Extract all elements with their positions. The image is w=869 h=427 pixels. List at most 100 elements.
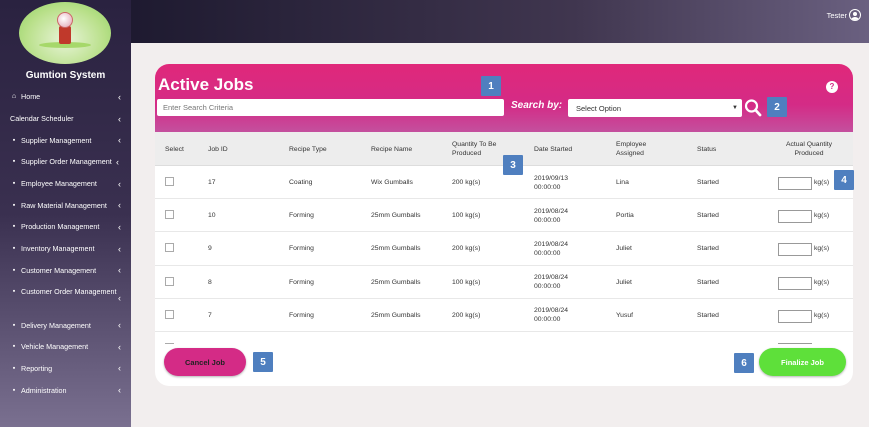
time-value: 00:00:00 (534, 316, 561, 324)
row-select-checkbox[interactable] (165, 210, 174, 220)
header-recipe-name: Recipe Name (371, 145, 413, 153)
date-value: 2019/08/24 (534, 207, 569, 215)
cell-status: Started (697, 278, 719, 286)
actual-quantity-input[interactable] (778, 243, 812, 257)
marker-4: 4 (834, 170, 854, 190)
chevron-left-icon: ‹ (118, 341, 121, 352)
card-header: Active Jobs Search by: Select Option ▼ ? (155, 64, 853, 132)
sidebar-item-reporting[interactable]: ▪ Reporting ‹ (0, 358, 131, 380)
row-select-checkbox[interactable] (165, 343, 174, 344)
help-icon[interactable]: ? (826, 81, 838, 93)
chevron-left-icon: ‹ (118, 385, 121, 396)
unit-label: kg(s) (814, 245, 830, 253)
cell-date-started: 2019/08/24 00:00:00 (534, 232, 568, 265)
actual-quantity-input[interactable] (778, 309, 812, 323)
chevron-left-icon: ‹ (118, 113, 121, 124)
cell-quantity: 200 kg(s) (452, 245, 481, 253)
id-card-icon: ▪ (12, 180, 16, 188)
sidebar-item-employee-management[interactable]: ▪ Employee Management ‹ (0, 173, 131, 195)
cell-date-started: 2019/08/18 (534, 332, 568, 344)
cell-recipe-name: 25mm Gumballs (371, 245, 421, 253)
logo-gumball-globe (57, 12, 73, 28)
list-icon: ▪ (12, 245, 16, 253)
cell-employee: Portia (616, 212, 634, 220)
sidebar-item-calendar-scheduler[interactable]: Calendar Scheduler ‹ (0, 108, 131, 130)
finalize-job-button[interactable]: Finalize Job (759, 348, 846, 376)
cell-status: Started (697, 245, 719, 253)
time-value: 00:00:00 (534, 216, 561, 224)
sidebar-item-production-management[interactable]: ▪ Production Management ‹ (0, 216, 131, 238)
chevron-left-icon: ‹ (118, 363, 121, 374)
date-value: 2019/09/13 (534, 174, 569, 182)
chevron-left-icon: ‹ (118, 91, 121, 102)
cell-employee: Juliet (616, 278, 632, 286)
table-row: 2019/08/18 (155, 332, 853, 344)
search-icon (744, 99, 762, 117)
cell-recipe-name: 25mm Gumballs (371, 311, 421, 319)
row-select-checkbox[interactable] (165, 276, 174, 286)
sidebar-item-delivery-management[interactable]: ▪ Delivery Management ‹ (0, 314, 131, 336)
sidebar-item-label: Customer Management (21, 265, 97, 275)
username: Tester (826, 10, 847, 20)
header-select: Select (165, 145, 184, 153)
sidebar-item-administration[interactable]: ▪ Administration ‹ (0, 379, 131, 401)
logo-machine-base (59, 26, 71, 44)
search-option-select[interactable]: Select Option ▼ (568, 99, 742, 117)
actual-quantity-input[interactable] (778, 276, 812, 290)
header-date-started: Date Started (534, 145, 573, 153)
cell-job-id: 7 (208, 311, 212, 319)
row-select-checkbox[interactable] (165, 309, 174, 319)
time-value: 00:00:00 (534, 249, 561, 257)
sidebar-item-label: Supplier Management (21, 135, 92, 145)
row-select-checkbox[interactable] (165, 177, 174, 186)
user-menu[interactable]: Tester (827, 9, 861, 21)
row-select-checkbox[interactable] (165, 243, 174, 253)
cell-employee: Lina (616, 179, 629, 186)
table-row: 9 Forming 25mm Gumballs 200 kg(s) 2019/08/24… (155, 232, 853, 266)
sidebar: Gumtion System ⌂ Home ‹ Calendar Scheduler ‹… (0, 0, 131, 427)
page-title: Active Jobs (158, 75, 254, 94)
time-value: 00:00:00 (534, 183, 561, 191)
actual-quantity-input[interactable] (778, 343, 812, 344)
sidebar-item-label: Reporting (21, 363, 53, 373)
cell-recipe-type: Forming (289, 212, 314, 220)
sidebar-item-customer-order-management[interactable]: ▪ Customer Order Management ‹ (0, 281, 131, 314)
chevron-left-icon: ‹ (118, 320, 121, 331)
laptop-icon: ▪ (12, 386, 16, 394)
cell-recipe-name: 25mm Gumballs (371, 278, 421, 286)
sidebar-item-label: Calendar Scheduler (10, 114, 74, 124)
search-input[interactable] (157, 99, 504, 116)
actual-quantity-input[interactable] (778, 210, 812, 224)
sidebar-item-label: Home (21, 92, 41, 102)
marker-2: 2 (767, 97, 787, 117)
sidebar-item-inventory-management[interactable]: ▪ Inventory Management ‹ (0, 238, 131, 260)
top-bar: Tester (131, 0, 869, 43)
sidebar-item-home[interactable]: ⌂ Home ‹ (0, 86, 131, 108)
sidebar-item-vehicle-management[interactable]: ▪ Vehicle Management ‹ (0, 336, 131, 358)
cell-recipe-name: Wix Gumballs (371, 179, 413, 186)
cell-job-id: 8 (208, 278, 212, 286)
cell-recipe-type: Forming (289, 245, 314, 253)
search-button[interactable] (744, 98, 762, 118)
sidebar-item-label: Supplier Order Management (21, 157, 112, 167)
sidebar-item-supplier-order-management[interactable]: ▪ Supplier Order Management ‹ (0, 151, 131, 173)
date-value: 2019/08/24 (534, 240, 569, 248)
gumball-logo (19, 2, 111, 64)
sidebar-item-customer-management[interactable]: ▪ Customer Management ‹ (0, 260, 131, 282)
sidebar-item-raw-material-management[interactable]: ▪ Raw Material Management ‹ (0, 194, 131, 216)
table-row: 7 Forming 25mm Gumballs 200 kg(s) 2019/08/24… (155, 299, 853, 332)
sidebar-item-label: Customer Order Management (21, 287, 117, 297)
sidebar-nav: ⌂ Home ‹ Calendar Scheduler ‹ ▪ Supplier Manag… (0, 86, 131, 401)
chevron-left-icon: ‹ (116, 156, 119, 167)
header-actual-quantity: Actual Quantity Produced (785, 141, 833, 157)
marker-1: 1 (481, 76, 501, 96)
date-value: 2019/08/24 (534, 274, 569, 282)
cancel-job-button[interactable]: Cancel Job (164, 348, 246, 376)
cell-date-started: 2019/08/24 00:00:00 (534, 266, 568, 299)
user-avatar-icon[interactable] (849, 9, 861, 21)
actual-quantity-input[interactable] (778, 177, 812, 190)
chevron-left-icon: ‹ (118, 200, 121, 211)
sidebar-item-label: Production Management (21, 222, 100, 232)
sidebar-item-supplier-management[interactable]: ▪ Supplier Management ‹ (0, 129, 131, 151)
select-value: Select Option (576, 103, 622, 113)
